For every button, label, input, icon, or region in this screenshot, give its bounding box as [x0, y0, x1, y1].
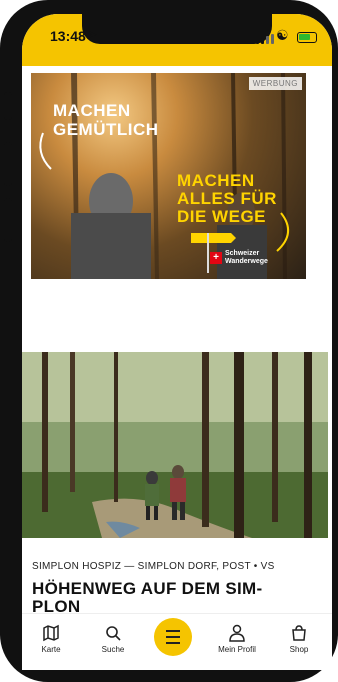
battery-icon: [297, 32, 317, 43]
tab-shop[interactable]: Shop: [274, 624, 324, 654]
status-time: 13:48: [50, 28, 86, 44]
menu-button[interactable]: [154, 618, 192, 656]
ad-headline-yellow-line: DIE WEGE: [177, 207, 267, 226]
bottom-tab-bar: Karte Suche Mein Profil Shop: [22, 613, 332, 670]
tab-suche[interactable]: Suche: [88, 624, 138, 654]
tab-mein-profil-label: Mein Profil: [218, 645, 256, 654]
forest-hikers-image: [22, 352, 328, 538]
route-subtitle: SIMPLON HOSPIZ — SIMPLON DORF, POST • VS: [32, 561, 275, 572]
route-title[interactable]: HÖHENWEG AUF DEM SIM-PLON: [32, 580, 302, 616]
tab-karte[interactable]: Karte: [26, 624, 76, 654]
ad-headline-yellow: MACHEN ALLES FÜR DIE WEGE: [177, 172, 277, 226]
tab-mein-profil[interactable]: Mein Profil: [212, 624, 262, 654]
ad-label-badge: WERBUNG: [248, 77, 302, 90]
status-bar: 13:48 ➤ ☯: [22, 14, 332, 66]
tab-suche-label: Suche: [101, 645, 125, 654]
profile-icon: [229, 624, 245, 642]
swiss-cross-icon: +: [210, 252, 222, 264]
hiking-photo[interactable]: [22, 352, 328, 538]
wifi-icon: ☯: [276, 27, 289, 43]
brand-logo: + Schweizer Wanderwege: [210, 250, 268, 266]
ad-headline-yellow-line: ALLES FÜR: [177, 189, 277, 208]
search-icon: [106, 626, 121, 641]
brand-name-line: Wanderwege: [225, 258, 268, 265]
ad-headline-yellow-line: MACHEN: [177, 171, 255, 190]
volume-up-button: [4, 142, 12, 186]
volume-down-button: [4, 198, 12, 242]
cellular-signal-icon: [256, 34, 274, 44]
brand-name-line: Schweizer: [225, 250, 260, 257]
tab-shop-label: Shop: [289, 645, 309, 654]
location-arrow-icon: ➤: [88, 29, 98, 41]
shop-bag-icon: [292, 625, 306, 641]
notch: [82, 14, 272, 44]
advertisement-banner[interactable]: WERBUNG MACHEN GEMÜTLICH MACHEN ALLES FÜ…: [31, 73, 306, 279]
ad-headline-white: MACHEN GEMÜTLICH: [53, 101, 159, 139]
ad-headline-white-line: GEMÜTLICH: [53, 120, 159, 139]
menu-icon: [166, 630, 180, 644]
brand-name: Schweizer Wanderwege: [225, 250, 268, 266]
mute-switch: [4, 92, 12, 120]
tab-karte-label: Karte: [41, 645, 61, 654]
map-icon: [43, 624, 59, 642]
ad-headline-white-line: MACHEN: [53, 101, 131, 120]
